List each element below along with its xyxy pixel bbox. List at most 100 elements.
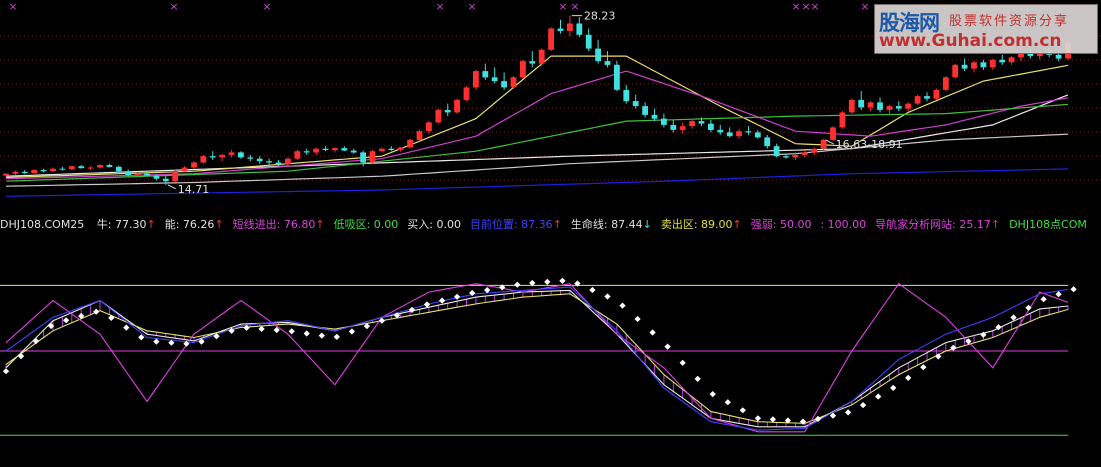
candle-body [285,158,291,165]
candle [219,153,225,162]
candle-body [191,162,197,168]
candle-body [31,170,38,174]
candle-body [942,77,949,90]
candle [435,108,442,124]
indicator-dot [920,364,927,371]
candle-body [491,77,498,82]
event-marker: × [810,0,819,13]
candle [454,98,460,114]
candle-body [1008,57,1015,63]
candle-body [538,49,545,64]
indicator-dot [348,328,356,335]
indicator-dot [108,314,115,322]
indicator-item-label: 目前位置: 87.36 [469,218,553,231]
candle [59,166,66,171]
event-marker: × [791,0,800,13]
candle [754,129,761,139]
candle [623,84,630,104]
candle [106,163,113,168]
indicator-hatch [5,290,1069,427]
candle [256,156,263,164]
indicator-dot [62,317,70,324]
indicator-lines [5,282,1069,433]
candle [886,104,893,115]
candle-body [21,171,28,174]
candle-body [501,81,507,88]
indicator-dot [754,415,762,422]
candle [426,121,432,134]
candle-body [256,158,263,162]
candle-body [848,99,855,113]
indicator-dot [378,317,386,324]
candle-body [510,77,517,88]
candle [661,113,667,128]
event-marker: × [570,0,579,13]
candle [773,143,780,158]
indicator-dot [123,324,130,331]
candle [567,15,573,37]
indicator-item-arrow: ↑ [146,218,156,231]
candle-body [350,150,357,153]
candle [209,151,216,160]
candle-body [12,171,19,174]
candle-body [999,59,1006,63]
indicator-item-arrow: ↑ [315,218,325,231]
indicator-dot [2,368,10,375]
candle-body [726,132,733,137]
candle-body [651,114,658,119]
event-marker: × [801,0,810,13]
candle [933,88,940,100]
candle [482,63,489,80]
candle-body [689,121,695,127]
candle-body [360,152,366,163]
candle [811,147,818,155]
candle [341,146,348,152]
candle-body [303,151,310,153]
annotation-label: 28.23 [584,10,616,23]
indicator-dot [859,401,867,409]
candle-body [858,99,865,108]
candle-body [905,103,912,109]
indicator-item-label: : 100.00 [820,218,867,231]
candle [350,148,357,154]
candle-body [134,173,141,175]
indicator-line-1 [5,289,1069,428]
indicator-dot [709,390,716,398]
candle-body [670,124,677,130]
indicator-header: DHJ108.COM25 牛: 77.30↑ 能: 76.26↑ 短线进出: 76.… [0,216,1101,234]
indicator-dot [17,352,25,360]
candle-body [97,165,103,168]
candle [40,168,47,173]
candle-body [444,109,451,113]
event-marker: × [8,0,17,13]
indicator-item-label: 低吸区: 0.00 [333,218,399,231]
candle-body [698,121,705,124]
candle [858,91,865,110]
event-marker: × [467,0,476,13]
watermark-url: www.Guhai.com.cn [879,31,1062,51]
candle-body [266,161,272,163]
candle-body [877,102,883,110]
candle [595,39,601,64]
candle-body [416,131,423,140]
indicator-dot [589,286,596,294]
indicator-values: 牛: 77.30↑ 能: 76.26↑ 短线进出: 76.80↑ 低吸区: 0.00 买… [88,218,1087,231]
candle [952,63,959,79]
candle-body [454,99,460,113]
indicator-dot [649,329,656,336]
indicator-dot [679,359,686,366]
candle-body [548,28,554,50]
candle-body [369,151,376,163]
indicator-dot [1025,304,1032,311]
indicator-dot [303,330,310,337]
indicator-item-arrow: ↑ [732,218,742,231]
candle-body [219,154,225,158]
candle [388,146,395,152]
candle [924,92,930,102]
indicator-item-label: 导航家分析网站: 25.17 [875,218,991,231]
candle-body [379,148,385,152]
candle-body [567,23,573,31]
candle-body [200,156,207,163]
candle [473,69,479,90]
candle [68,165,75,170]
